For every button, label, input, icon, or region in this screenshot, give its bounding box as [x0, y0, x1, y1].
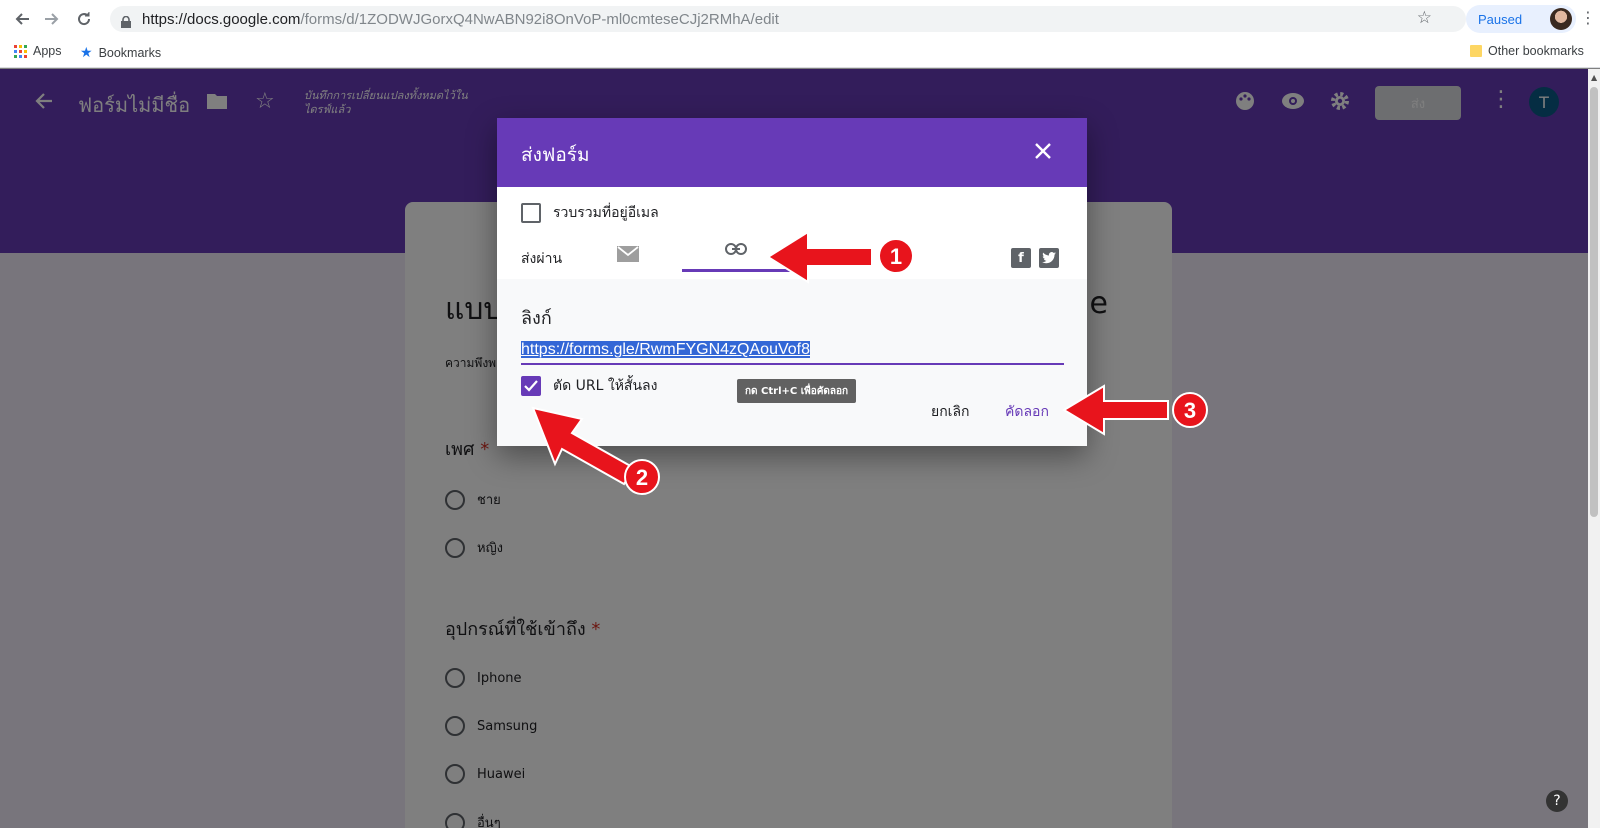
copy-hint-tooltip: กด Ctrl+C เพื่อคัดลอก [737, 379, 857, 403]
bookmarks-bar: Apps ★ Bookmarks Other bookmarks [0, 38, 1600, 68]
link-url-text[interactable]: https://forms.gle/RwmFYGN4zQAouVof8 [521, 341, 810, 358]
email-tab-icon[interactable] [617, 246, 639, 266]
bookmark-other[interactable]: Other bookmarks [1470, 44, 1584, 58]
page-scrollbar[interactable]: ▲ [1588, 69, 1600, 828]
link-panel: ลิงก์ https://forms.gle/RwmFYGN4zQAouVof… [497, 279, 1087, 446]
browser-toolbar: https://docs.google.com/forms/d/1ZODWJGo… [0, 0, 1600, 38]
url-text: https://docs.google.com/forms/d/1ZODWJGo… [142, 10, 779, 28]
profile-button[interactable]: Paused [1466, 5, 1576, 33]
collect-email-checkbox[interactable] [521, 203, 541, 223]
help-icon[interactable]: ? [1546, 790, 1568, 812]
link-tab[interactable] [682, 230, 790, 272]
close-icon[interactable] [1034, 140, 1052, 164]
scrollbar-thumb[interactable] [1590, 87, 1598, 517]
profile-status: Paused [1478, 11, 1523, 27]
dialog-title: ส่งฟอร์ม [521, 144, 590, 166]
lock-icon [120, 13, 132, 28]
link-icon [725, 240, 747, 259]
bookmark-star-icon[interactable]: ☆ [1417, 8, 1432, 28]
browser-menu-icon[interactable]: ⋮ [1580, 8, 1596, 27]
profile-avatar [1550, 8, 1572, 30]
facebook-icon[interactable]: f [1011, 248, 1031, 268]
folder-icon [1470, 45, 1482, 57]
cancel-button[interactable]: ยกเลิก [931, 401, 970, 423]
send-form-dialog: ส่งฟอร์ม รวบรวมที่อยู่อีเมล ส่งผ่าน f ลิ… [497, 118, 1087, 446]
link-section-title: ลิงก์ [521, 308, 552, 329]
apps-grid-icon [14, 44, 27, 58]
copy-button[interactable]: คัดลอก [1005, 401, 1049, 423]
address-bar[interactable]: https://docs.google.com/forms/d/1ZODWJGo… [110, 6, 1466, 32]
send-via-label: ส่งผ่าน [521, 251, 563, 267]
dialog-header: ส่งฟอร์ม [497, 118, 1087, 187]
star-icon: ★ [80, 44, 93, 60]
scroll-up-icon[interactable]: ▲ [1591, 73, 1597, 82]
link-url-field[interactable]: https://forms.gle/RwmFYGN4zQAouVof8 [521, 339, 1064, 365]
twitter-icon[interactable] [1039, 248, 1059, 268]
collect-email-option[interactable]: รวบรวมที่อยู่อีเมล [521, 202, 659, 224]
reload-icon[interactable] [70, 5, 98, 33]
bookmark-bookmarks[interactable]: ★ Bookmarks [80, 44, 161, 61]
shorten-url-checkbox[interactable] [521, 376, 541, 396]
bookmark-apps[interactable]: Apps [14, 44, 62, 58]
shorten-url-option[interactable]: ตัด URL ให้สั้นลง [521, 375, 657, 397]
back-icon[interactable] [8, 5, 36, 33]
forward-icon[interactable] [38, 5, 66, 33]
